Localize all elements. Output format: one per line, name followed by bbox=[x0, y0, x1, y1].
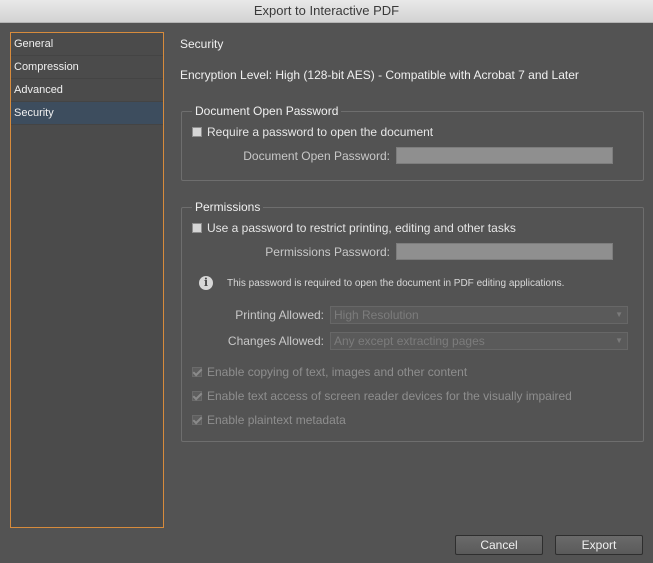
changes-allowed-label: Changes Allowed: bbox=[227, 334, 324, 348]
use-permissions-password-row[interactable]: Use a password to restrict printing, edi… bbox=[192, 221, 516, 235]
sidebar-list[interactable]: General Compression Advanced Security bbox=[10, 32, 164, 528]
changes-allowed-value: Any except extracting pages bbox=[334, 334, 485, 348]
document-open-password-legend: Document Open Password bbox=[195, 104, 339, 118]
permissions-info-text: This password is required to open the do… bbox=[227, 278, 565, 289]
printing-allowed-label: Printing Allowed: bbox=[235, 308, 324, 322]
printing-allowed-value: High Resolution bbox=[334, 308, 419, 322]
enable-copying-label: Enable copying of text, images and other… bbox=[207, 365, 468, 379]
info-icon: i bbox=[199, 276, 213, 290]
cancel-button[interactable]: Cancel bbox=[455, 535, 543, 555]
document-open-password-label: Document Open Password: bbox=[243, 149, 390, 163]
document-open-password-group: Document Open Password bbox=[181, 104, 644, 181]
enable-screen-reader-label: Enable text access of screen reader devi… bbox=[207, 389, 572, 403]
export-button[interactable]: Export bbox=[555, 535, 643, 555]
permissions-password-field[interactable] bbox=[396, 243, 613, 260]
use-permissions-password-label: Use a password to restrict printing, edi… bbox=[207, 221, 516, 235]
sidebar-item-advanced[interactable]: Advanced bbox=[11, 79, 163, 102]
sidebar-item-general[interactable]: General bbox=[11, 33, 163, 56]
permissions-legend: Permissions bbox=[195, 200, 261, 214]
printing-allowed-select: High Resolution ▼ bbox=[330, 306, 628, 324]
document-open-password-field[interactable] bbox=[396, 147, 613, 164]
chevron-down-icon: ▼ bbox=[615, 336, 623, 345]
window-title-bar: Export to Interactive PDF bbox=[0, 0, 653, 23]
sidebar-item-compression[interactable]: Compression bbox=[11, 56, 163, 79]
require-open-password-row[interactable]: Require a password to open the document bbox=[192, 125, 433, 139]
require-open-password-checkbox[interactable] bbox=[192, 127, 202, 137]
require-open-password-label: Require a password to open the document bbox=[207, 125, 434, 139]
enable-copying-checkbox bbox=[192, 367, 202, 377]
chevron-down-icon: ▼ bbox=[615, 310, 623, 319]
enable-plaintext-metadata-label: Enable plaintext metadata bbox=[207, 413, 346, 427]
permissions-password-label: Permissions Password: bbox=[265, 245, 390, 259]
sidebar-item-security[interactable]: Security bbox=[11, 102, 163, 125]
section-title: Security bbox=[180, 37, 224, 51]
enable-screen-reader-checkbox bbox=[192, 391, 202, 401]
enable-copying-row: Enable copying of text, images and other… bbox=[192, 365, 467, 379]
changes-allowed-select: Any except extracting pages ▼ bbox=[330, 332, 628, 350]
enable-screen-reader-row: Enable text access of screen reader devi… bbox=[192, 389, 572, 403]
enable-plaintext-metadata-row: Enable plaintext metadata bbox=[192, 413, 346, 427]
use-permissions-password-checkbox[interactable] bbox=[192, 223, 202, 233]
window-title: Export to Interactive PDF bbox=[253, 3, 400, 18]
encryption-level-text: Encryption Level: High (128-bit AES) - C… bbox=[180, 68, 579, 82]
enable-plaintext-metadata-checkbox bbox=[192, 415, 202, 425]
